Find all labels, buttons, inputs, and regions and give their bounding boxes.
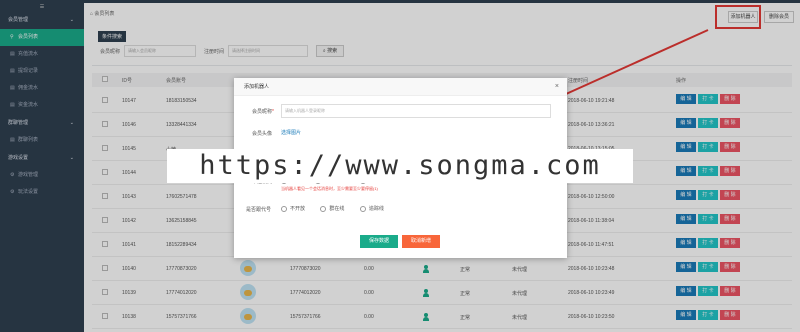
mode-hint: 当机器人看见一个会话消息时，至少需要至少要停留(1): [281, 186, 378, 191]
agent-option[interactable]: 追踪线: [359, 205, 384, 212]
cancel-button[interactable]: 取消新增: [402, 235, 440, 248]
radio-icon: [359, 205, 366, 212]
agent-option[interactable]: 群在线: [320, 205, 344, 212]
nickname-label: 会员昵称*: [252, 108, 274, 115]
watermark: https://www.songma.com: [167, 149, 633, 183]
radio-icon: [281, 205, 287, 212]
agent-option-label: 群在线: [329, 206, 345, 212]
agent-label: 是否跟代号: [246, 207, 272, 213]
choose-image-link[interactable]: 选择图片: [281, 129, 301, 136]
nickname-input[interactable]: 请输入机器人登录昵称: [281, 104, 551, 118]
modal-title: 添加机器人: [234, 78, 567, 96]
required-mark: *: [272, 109, 274, 115]
save-button[interactable]: 保存数据: [360, 235, 398, 248]
radio-icon: [320, 205, 327, 212]
agent-option[interactable]: 不开放: [281, 205, 305, 212]
avatar-label: 会员头像: [252, 131, 273, 137]
agent-radio-group: 不开放 群在线 追踪线: [281, 205, 398, 212]
agent-option-label: 不开放: [290, 206, 306, 212]
nickname-label-text: 会员昵称: [252, 109, 273, 115]
agent-option-label: 追踪线: [368, 206, 384, 212]
close-icon[interactable]: ×: [555, 78, 559, 96]
